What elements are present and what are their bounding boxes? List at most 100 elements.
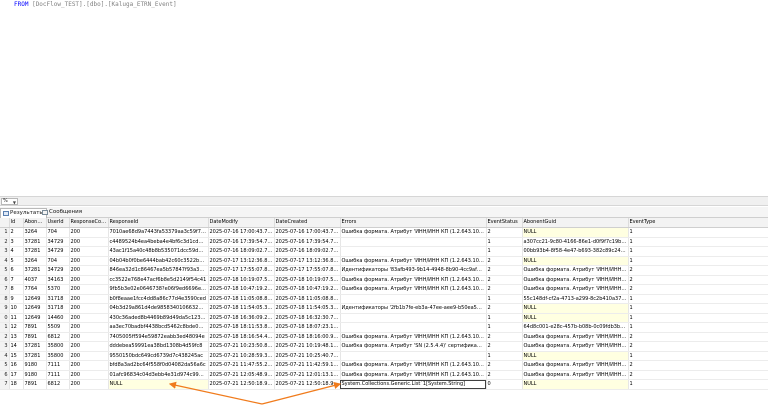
- cell-abonentguid[interactable]: Ошибка формата. Атрибут 'ИНН/ИНН КП (1.2…: [522, 275, 629, 285]
- cell-responseid[interactable]: 9fb5b3e02e0646738?e06f9ed6696eee: [108, 284, 209, 295]
- cell-errors[interactable]: [340, 313, 487, 323]
- row-number[interactable]: 3: [0, 246, 10, 257]
- cell-datemodify[interactable]: 2025-07-21 10:28:59.323: [208, 351, 275, 361]
- cell-abonentguid[interactable]: Ошибка формата. Атрибут 'ИНН/ИНН КП (1.2…: [522, 332, 629, 342]
- cell-responseid[interactable]: 43ac1f15a40c48b8b535071dcc59d198: [108, 246, 209, 257]
- cell-eventstatus[interactable]: 2: [486, 275, 523, 285]
- cell-responsecode[interactable]: 200: [69, 313, 109, 323]
- column-header-responseid[interactable]: ResponseId: [108, 218, 209, 228]
- column-header-datecreated[interactable]: DateCreated: [274, 218, 341, 228]
- cell-id[interactable]: 9: [9, 294, 24, 304]
- cell-abonentid[interactable]: 12649: [23, 313, 47, 323]
- column-header-responsecode[interactable]: ResponseCode: [69, 218, 109, 228]
- cell-abonentid[interactable]: 37281: [23, 265, 47, 276]
- cell-id[interactable]: 7: [9, 275, 24, 285]
- table-row[interactable]: 3 14 37281 35800 200 dddebea59991ea38bd1308b4…: [0, 341, 768, 352]
- cell-eventtype[interactable]: 1: [628, 351, 768, 361]
- table-row[interactable]: 7 8 7764 5370 200 9fb5b3e02e0646738?e06f9ed66…: [0, 284, 768, 295]
- cell-datecreated[interactable]: 2025-07-18 18:07:23.173: [274, 322, 341, 333]
- cell-responsecode[interactable]: 200: [69, 275, 109, 285]
- cell-errors[interactable]: Ошибка формата. Атрибут 'SN (2.5.4.4)' с…: [340, 341, 487, 352]
- cell-responsecode[interactable]: 200: [69, 284, 109, 295]
- table-row[interactable]: 2 13 7891 6812 200 7405005ff594e59872eabb3ed4…: [0, 332, 768, 342]
- cell-datemodify[interactable]: 2025-07-18 18:11:53.827: [208, 322, 275, 333]
- cell-userid[interactable]: 6812: [46, 379, 70, 390]
- cell-id[interactable]: 5: [9, 256, 24, 266]
- cell-eventtype[interactable]: 1: [628, 322, 768, 333]
- cell-id[interactable]: 16: [9, 360, 24, 371]
- row-number[interactable]: 6: [0, 275, 10, 285]
- cell-datemodify[interactable]: 2025-07-16 17:00:43.720: [208, 227, 275, 238]
- cell-userid[interactable]: 7111: [46, 360, 70, 371]
- cell-id[interactable]: 14: [9, 341, 24, 352]
- cell-errors[interactable]: System.Collections.Generic.List`1[System…: [340, 379, 487, 390]
- cell-eventstatus[interactable]: 1: [486, 322, 523, 333]
- cell-datemodify[interactable]: 2025-07-21 11:47:55.293: [208, 360, 275, 371]
- row-number[interactable]: 2: [0, 332, 10, 342]
- cell-userid[interactable]: 14460: [46, 313, 70, 323]
- cell-eventstatus[interactable]: 1: [486, 237, 523, 247]
- cell-userid[interactable]: 34163: [46, 275, 70, 285]
- cell-abonentguid[interactable]: Ошибка формата. Атрибут 'ИНН/ИНН КП (1.2…: [522, 265, 629, 276]
- column-header-abonentid[interactable]: AbonentId: [23, 218, 47, 228]
- cell-responsecode[interactable]: 200: [69, 360, 109, 371]
- cell-responseid[interactable]: dddebea59991ea38bd1308b4d59fc8: [108, 341, 209, 352]
- cell-responseid[interactable]: NULL: [108, 379, 209, 390]
- cell-userid[interactable]: 35800: [46, 341, 70, 352]
- cell-id[interactable]: 11: [9, 313, 24, 323]
- cell-userid[interactable]: 34729: [46, 246, 70, 257]
- cell-responsecode[interactable]: 200: [69, 265, 109, 276]
- cell-userid[interactable]: 6812: [46, 332, 70, 342]
- cell-responsecode[interactable]: 200: [69, 227, 109, 238]
- table-row[interactable]: 3 4 37281 34729 200 43ac1f15a40c48b8b535071dc…: [0, 246, 768, 257]
- cell-eventstatus[interactable]: 1: [486, 313, 523, 323]
- cell-abonentid[interactable]: 9180: [23, 370, 47, 380]
- cell-datecreated[interactable]: 2025-07-21 10:19:48.130: [274, 341, 341, 352]
- cell-responsecode[interactable]: 200: [69, 322, 109, 333]
- cell-responseid[interactable]: c4489524b4ea4beba4e4bf6c3d1cd767: [108, 237, 209, 247]
- cell-eventstatus[interactable]: 2: [486, 332, 523, 342]
- tab-messages[interactable]: Сообщения: [40, 208, 84, 218]
- cell-userid[interactable]: 35800: [46, 351, 70, 361]
- cell-datecreated[interactable]: 2025-07-18 10:47:19.243: [274, 284, 341, 295]
- cell-responseid[interactable]: 7405005ff594e59872eabb3ed48094e: [108, 332, 209, 342]
- table-row[interactable]: 7 18 7891 6812 200 NULL 2025-07-21 12:50:18.93…: [0, 379, 768, 390]
- cell-userid[interactable]: 5509: [46, 322, 70, 333]
- row-number[interactable]: 4: [0, 256, 10, 266]
- cell-datemodify[interactable]: 2025-07-21 12:05:48.950: [208, 370, 275, 380]
- results-grid[interactable]: IdAbonentIdUserIdResponseCodeResponseIdD…: [0, 218, 768, 396]
- sql-editor[interactable]: FROM [DocFlow_TEST].[dbo].[Kaluga_ETRN_E…: [0, 0, 768, 196]
- cell-eventtype[interactable]: 2: [628, 332, 768, 342]
- cell-datemodify[interactable]: 2025-07-21 10:23:50.820: [208, 341, 275, 352]
- cell-datecreated[interactable]: 2025-07-16 18:09:02.753: [274, 246, 341, 257]
- cell-userid[interactable]: 31718: [46, 294, 70, 304]
- cell-eventtype[interactable]: 2: [628, 275, 768, 285]
- cell-abonentguid[interactable]: NULL: [522, 379, 629, 390]
- cell-responseid[interactable]: b0f8eaae1fcc4dd8a86c77d4e3590ced: [108, 294, 209, 304]
- cell-errors[interactable]: Ошибка формата. Атрибут 'ИНН/ИНН КП (1.2…: [340, 275, 487, 285]
- cell-responsecode[interactable]: 200: [69, 256, 109, 266]
- cell-abonentid[interactable]: 7891: [23, 332, 47, 342]
- cell-eventtype[interactable]: 1: [628, 303, 768, 314]
- cell-datecreated[interactable]: 2025-07-21 11:42:59.137: [274, 360, 341, 371]
- cell-abonentguid[interactable]: NULL: [522, 313, 629, 323]
- row-number[interactable]: 8: [0, 294, 10, 304]
- cell-datecreated[interactable]: 2025-07-18 11:05:08.833: [274, 294, 341, 304]
- column-header-datemodify[interactable]: DateModify: [208, 218, 275, 228]
- cell-abonentguid[interactable]: Ошибка формата. Атрибут 'ИНН/ИНН КП (1.2…: [522, 360, 629, 371]
- cell-abonentguid[interactable]: NULL: [522, 227, 629, 238]
- table-row[interactable]: 5 6 37281 34729 200 846ea32d1c86467ea5b57847f…: [0, 265, 768, 276]
- cell-responseid[interactable]: 9550150bdc649cd6739d7c438245ac: [108, 351, 209, 361]
- column-header-userid[interactable]: UserId: [46, 218, 70, 228]
- cell-userid[interactable]: 704: [46, 256, 70, 266]
- cell-userid[interactable]: 5370: [46, 284, 70, 295]
- cell-abonentid[interactable]: 12649: [23, 294, 47, 304]
- cell-errors[interactable]: [340, 294, 487, 304]
- cell-responsecode[interactable]: 200: [69, 379, 109, 390]
- row-number[interactable]: 0: [0, 313, 10, 323]
- cell-responseid[interactable]: 04b04b0f0be6444bab42c60c3522b771: [108, 256, 209, 266]
- cell-id[interactable]: 15: [9, 351, 24, 361]
- cell-abonentid[interactable]: 7891: [23, 379, 47, 390]
- cell-datecreated[interactable]: 2025-07-17 13:12:36.823: [274, 256, 341, 266]
- cell-responsecode[interactable]: 200: [69, 303, 109, 314]
